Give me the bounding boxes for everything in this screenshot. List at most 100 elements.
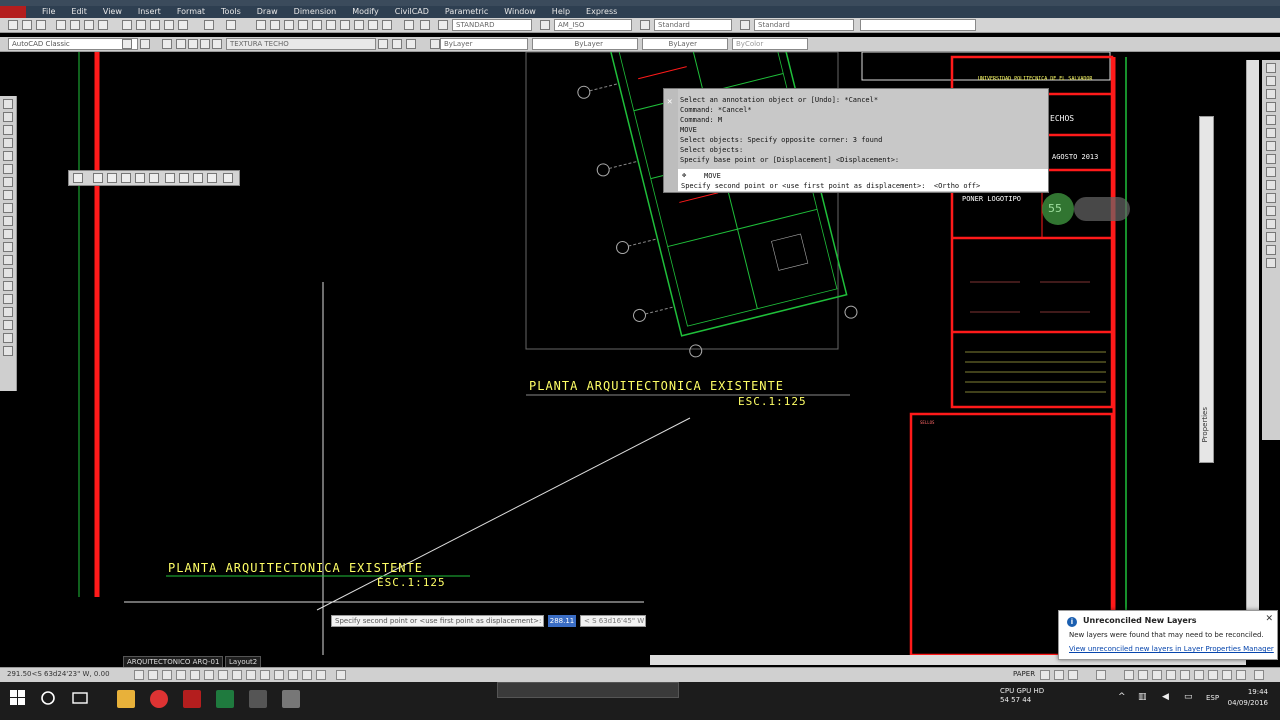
object-snap-tracking-icon[interactable] (218, 670, 228, 680)
selection-cycling-icon[interactable] (302, 670, 312, 680)
hardware-acceleration-icon[interactable] (1180, 670, 1190, 680)
windows-start-icon[interactable] (10, 690, 26, 706)
autocad-icon[interactable] (183, 690, 201, 708)
color-dropdown[interactable]: ByLayer (440, 38, 528, 50)
linetype-dropdown[interactable]: ByLayer (532, 38, 638, 50)
copy-object-icon[interactable] (1266, 76, 1276, 86)
3d-object-snap-icon[interactable] (204, 670, 214, 680)
search-icon[interactable] (40, 690, 56, 706)
system-clock[interactable]: 19:44 04/09/2016 (1228, 687, 1268, 709)
hatch-icon[interactable] (3, 281, 13, 291)
dynamic-input-angle[interactable]: < S 63d16'45" W (580, 615, 646, 627)
annotation-visibility-icon[interactable] (1138, 670, 1148, 680)
insert-block-icon[interactable] (3, 242, 13, 252)
menu-tools[interactable]: Tools (213, 6, 249, 18)
ellipse-arc-icon[interactable] (3, 229, 13, 239)
menu-view[interactable]: View (95, 6, 130, 18)
snap-mode-icon[interactable] (134, 670, 144, 680)
notification-center-icon[interactable]: ▭ (1184, 692, 1193, 702)
redo-icon[interactable] (226, 20, 236, 30)
menu-civilcad[interactable]: CivilCAD (387, 6, 437, 18)
dynamic-ucs-icon[interactable] (232, 670, 242, 680)
model-space-icon[interactable] (1040, 670, 1050, 680)
quickcalc-icon[interactable] (382, 20, 392, 30)
attribute-edit-icon[interactable] (179, 173, 189, 183)
menu-window[interactable]: Window (496, 6, 544, 18)
explode-icon[interactable] (1266, 258, 1276, 268)
chamfer-icon[interactable] (1266, 232, 1276, 242)
menu-dimension[interactable]: Dimension (286, 6, 345, 18)
rectangle-icon[interactable] (3, 151, 13, 161)
spline-icon[interactable] (3, 203, 13, 213)
menu-help[interactable]: Help (544, 6, 578, 18)
construction-line-icon[interactable] (3, 112, 13, 122)
properties-icon[interactable] (312, 20, 322, 30)
isolate-objects-icon[interactable] (1194, 670, 1204, 680)
object-snap-icon[interactable] (190, 670, 200, 680)
hatch-edit-icon[interactable] (121, 173, 131, 183)
make-current-layer-icon[interactable] (378, 39, 388, 49)
dim-style-dropdown[interactable]: AM_ISO (554, 19, 632, 31)
polygon-icon[interactable] (3, 138, 13, 148)
line-icon[interactable] (3, 99, 13, 109)
layer-on-icon[interactable] (176, 39, 186, 49)
calculator-icon[interactable] (404, 20, 414, 30)
block-attribute-icon[interactable] (193, 173, 203, 183)
revision-cloud-icon[interactable] (3, 190, 13, 200)
toolbar-grip-icon[interactable] (73, 173, 83, 183)
text-edit-icon[interactable] (223, 173, 233, 183)
spline-edit-icon[interactable] (165, 173, 175, 183)
block-editor-icon[interactable] (178, 20, 188, 30)
steering-wheel-pan[interactable] (1074, 197, 1130, 221)
help-icon[interactable] (420, 20, 430, 30)
cut-icon[interactable] (122, 20, 132, 30)
arc-icon[interactable] (3, 164, 13, 174)
layer-notification-icon[interactable] (1208, 670, 1218, 680)
layer-dropdown[interactable]: TEXTURA TECHO (226, 38, 376, 50)
array-icon[interactable] (1266, 115, 1276, 125)
clean-screen-icon[interactable] (1222, 670, 1232, 680)
volume-icon[interactable]: ◀ (1162, 692, 1169, 702)
print-icon[interactable] (56, 20, 66, 30)
file-explorer-icon[interactable] (117, 690, 135, 708)
join-icon[interactable] (1266, 219, 1276, 229)
new-file-icon[interactable] (8, 20, 18, 30)
region-icon[interactable] (3, 307, 13, 317)
menu-parametric[interactable]: Parametric (437, 6, 496, 18)
dynamic-input-distance[interactable]: 288.11 (548, 615, 576, 627)
design-review-icon[interactable] (282, 690, 300, 708)
language-indicator[interactable]: ESP (1206, 694, 1219, 702)
dimension-icon[interactable] (93, 173, 103, 183)
ortho-mode-icon[interactable] (162, 670, 172, 680)
lineweight-icon[interactable] (260, 670, 270, 680)
command-input[interactable]: ✥ MOVE Specify second point or <use firs… (678, 169, 1048, 191)
fillet-icon[interactable] (1266, 245, 1276, 255)
pan-icon[interactable] (256, 20, 266, 30)
application-menu-button[interactable] (0, 6, 26, 18)
quick-properties-icon[interactable] (288, 670, 298, 680)
layer-previous-icon[interactable] (392, 39, 402, 49)
rotate-icon[interactable] (1266, 141, 1276, 151)
mirror-icon[interactable] (1266, 89, 1276, 99)
polar-tracking-icon[interactable] (176, 670, 186, 680)
multiline-edit-icon[interactable] (149, 173, 159, 183)
layer-lock-icon[interactable] (200, 39, 210, 49)
layer-properties-icon[interactable] (162, 39, 172, 49)
erase-icon[interactable] (1266, 63, 1276, 73)
gradient-icon[interactable] (3, 294, 13, 304)
multileader-style-dropdown[interactable]: Standard (754, 19, 854, 31)
design-center-icon[interactable] (326, 20, 336, 30)
fullscreen-icon[interactable] (1254, 670, 1264, 680)
undo-icon[interactable] (204, 20, 214, 30)
units-icon[interactable] (336, 670, 346, 680)
markup-icon[interactable] (368, 20, 378, 30)
multiline-text-icon[interactable] (3, 333, 13, 343)
point-icon[interactable] (3, 268, 13, 278)
dynamic-input-icon[interactable] (246, 670, 256, 680)
transparency-icon[interactable] (274, 670, 284, 680)
pan-status-icon[interactable] (1096, 670, 1106, 680)
copy-icon[interactable] (136, 20, 146, 30)
ellipse-icon[interactable] (3, 216, 13, 226)
print-preview-icon[interactable] (70, 20, 80, 30)
add-selected-icon[interactable] (3, 346, 13, 356)
